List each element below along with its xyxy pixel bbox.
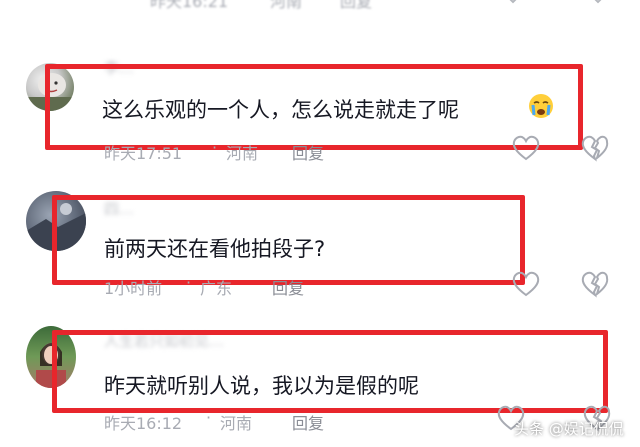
comment-text: 昨天就听别人说，我以为是假的呢 [104, 374, 419, 398]
reply-button[interactable]: 回复 [292, 410, 324, 434]
comment-time: 1小时前 [104, 279, 163, 298]
comment-location: 广东 [200, 279, 233, 298]
like-icon[interactable] [511, 270, 541, 298]
dislike-icon[interactable] [585, 0, 611, 8]
comment-time: 昨天16:12 [104, 414, 183, 433]
comment-location: 河南 [220, 414, 253, 433]
dislike-icon[interactable] [580, 134, 610, 162]
meta-separator: · [186, 273, 192, 292]
comment-location: 河南 [226, 144, 259, 163]
reply-button[interactable]: 回复 [272, 275, 304, 299]
meta-separator: · [206, 408, 212, 427]
comment-text: 前两天还在看他拍段子? [104, 237, 326, 261]
meta-separator: · [212, 138, 218, 157]
crying-emoji-icon [529, 94, 553, 118]
like-icon[interactable] [500, 0, 526, 8]
comment-text: 这么乐观的一个人，怎么说走就走了呢 [102, 98, 459, 122]
reply-button[interactable]: 回复 [340, 0, 372, 12]
comment-location: 河南 [270, 0, 303, 11]
like-icon[interactable] [511, 134, 541, 162]
reply-button[interactable]: 回复 [292, 140, 324, 164]
comment-time: 昨天17:51 [104, 144, 183, 163]
comment-time: 昨天16:21 [150, 0, 229, 11]
dislike-icon[interactable] [580, 270, 610, 298]
watermark: 头条 @娱记侃侃 [514, 420, 624, 438]
